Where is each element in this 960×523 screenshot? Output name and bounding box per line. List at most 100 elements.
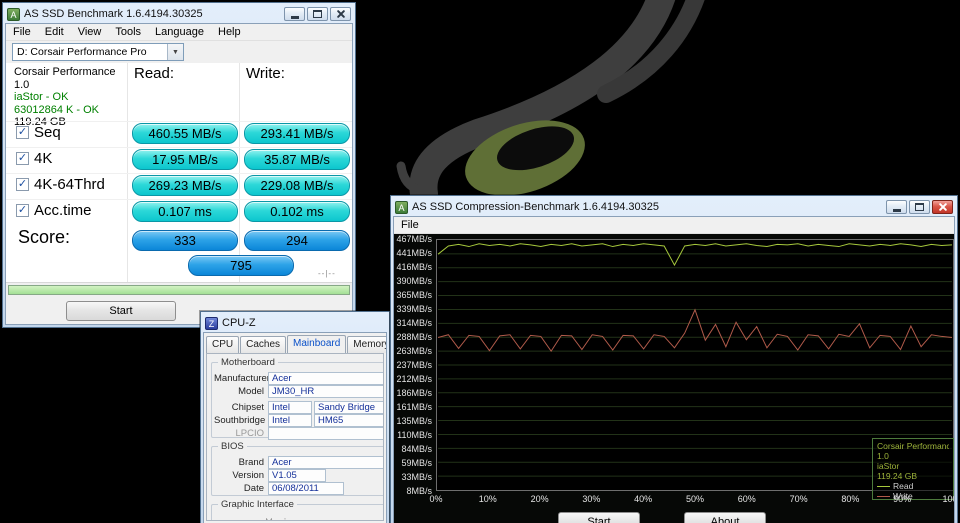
cpuz-titlebar[interactable]: Z CPU-Z — [203, 314, 387, 332]
benchmark-toolbar: D: Corsair Performance Pro ▼ — [6, 41, 352, 63]
motherboard-groupbox: Motherboard Manufacturer Acer Model JM30… — [211, 362, 384, 438]
series-read — [438, 244, 952, 265]
progress-fill — [9, 286, 349, 294]
drive-select[interactable]: D: Corsair Performance Pro ▼ — [12, 43, 184, 61]
chart-legend: Corsair Performance 1.0 iaStor 119.24 GB… — [872, 438, 954, 500]
maximize-button[interactable] — [307, 7, 328, 21]
4k-read-value: 17.95 MB/s — [132, 149, 238, 170]
southbridge-label: Southbridge — [214, 415, 264, 426]
maximize-icon — [915, 203, 924, 211]
y-axis-tick: 237MB/s — [394, 360, 432, 370]
menu-tools[interactable]: Tools — [108, 24, 148, 40]
menu-help[interactable]: Help — [211, 24, 248, 40]
menu-language[interactable]: Language — [148, 24, 211, 40]
tab-mainboard[interactable]: Mainboard — [287, 335, 346, 353]
lpcio-label: LPCIO — [214, 428, 264, 439]
tab-cpu[interactable]: CPU — [206, 336, 239, 353]
as-ssd-benchmark-window: A AS SSD Benchmark 1.6.4194.30325 File E… — [2, 2, 356, 328]
benchmark-titlebar[interactable]: A AS SSD Benchmark 1.6.4194.30325 — [5, 5, 353, 23]
tab-caches[interactable]: Caches — [240, 336, 286, 353]
x-axis-tick: 100% — [940, 494, 954, 504]
compression-menubar: File — [394, 217, 954, 234]
seq-write-value: 293.41 MB/s — [244, 123, 350, 144]
seq-checkbox[interactable]: ✓ — [16, 126, 29, 139]
4k-write-value: 35.87 MB/s — [244, 149, 350, 170]
y-axis-tick: 59MB/s — [394, 458, 432, 468]
y-axis-tick: 212MB/s — [394, 374, 432, 384]
as-ssd-app-icon: A — [7, 8, 20, 21]
benchmark-menubar: File Edit View Tools Language Help — [6, 24, 352, 41]
drive-info: Corsair Performance 1.0 iaStor - OK 6301… — [14, 66, 115, 129]
close-icon — [938, 202, 948, 212]
acctime-read-value: 0.107 ms — [132, 201, 238, 222]
x-axis-tick: 90% — [888, 494, 916, 504]
y-axis-tick: 467MB/s — [394, 234, 432, 244]
benchmark-window-title: AS SSD Benchmark 1.6.4194.30325 — [24, 8, 280, 20]
graphic-interface-groupbox: Graphic Interface Version — [211, 504, 384, 521]
4k-checkbox[interactable]: ✓ — [16, 152, 29, 165]
model-label: Model — [214, 386, 264, 397]
manufacturer-value: Acer — [268, 372, 384, 385]
model-value: JM30_HR — [268, 385, 384, 398]
motherboard-section-label: Motherboard — [218, 357, 278, 368]
y-axis-tick: 390MB/s — [394, 276, 432, 286]
as-ssd-app-icon: A — [395, 201, 408, 214]
dropdown-arrow-icon[interactable]: ▼ — [167, 44, 183, 60]
mainboard-tab-page: Motherboard Manufacturer Acer Model JM30… — [206, 353, 384, 521]
menu-edit[interactable]: Edit — [38, 24, 71, 40]
4k64-checkbox[interactable]: ✓ — [16, 178, 29, 191]
graphic-version-label: Version — [266, 517, 296, 521]
cpuz-tabbar: CPU Caches Mainboard Memory SPD Graphics — [204, 333, 386, 353]
row-acc-time: ✓ Acc.time 0.107 ms 0.102 ms — [6, 199, 352, 225]
read-column-header: Read: — [134, 65, 174, 82]
bios-date-value: 06/08/2011 — [268, 482, 344, 495]
score-read: 333 — [132, 230, 238, 251]
compression-chart-region: Corsair Performance 1.0 iaStor 119.24 GB… — [394, 234, 954, 523]
row-seq: ✓ Seq 460.55 MB/s 293.41 MB/s — [6, 121, 352, 147]
benchmark-results-panel: Corsair Performance 1.0 iaStor - OK 6301… — [6, 63, 352, 283]
cpuz-window-title: CPU-Z — [222, 317, 385, 329]
y-axis-tick: 441MB/s — [394, 248, 432, 258]
compression-titlebar[interactable]: A AS SSD Compression-Benchmark 1.6.4194.… — [393, 198, 955, 216]
legend-read-label: Read — [893, 481, 913, 491]
y-axis-tick: 365MB/s — [394, 290, 432, 300]
minimize-icon — [291, 16, 299, 19]
menu-view[interactable]: View — [71, 24, 109, 40]
alignment-status: 63012864 K - OK — [14, 104, 115, 117]
benchmark-start-button[interactable]: Start — [66, 301, 176, 321]
row-4k: ✓ 4K 17.95 MB/s 35.87 MB/s — [6, 147, 352, 173]
bios-brand-value: Acer — [268, 456, 384, 469]
compression-about-button[interactable]: About — [684, 512, 766, 523]
menu-file[interactable]: File — [6, 24, 38, 40]
bios-brand-label: Brand — [214, 457, 264, 468]
maximize-button[interactable] — [909, 200, 930, 214]
desktop: A AS SSD Benchmark 1.6.4194.30325 File E… — [0, 0, 960, 523]
acctime-checkbox[interactable]: ✓ — [16, 204, 29, 217]
legend-drive-version: 1.0 — [877, 451, 949, 461]
x-axis-tick: 40% — [629, 494, 657, 504]
write-column-header: Write: — [246, 65, 285, 82]
y-axis-tick: 84MB/s — [394, 444, 432, 454]
minimize-button[interactable] — [284, 7, 305, 21]
menu-file[interactable]: File — [394, 217, 426, 233]
read-line-sample-icon — [877, 486, 890, 487]
y-axis-tick: 288MB/s — [394, 332, 432, 342]
y-axis-tick: 33MB/s — [394, 472, 432, 482]
grip-marker: --|-- — [318, 269, 336, 278]
acctime-write-value: 0.102 ms — [244, 201, 350, 222]
y-axis-tick: 263MB/s — [394, 346, 432, 356]
bios-version-value: V1.05 — [268, 469, 326, 482]
minimize-button[interactable] — [886, 200, 907, 214]
maximize-icon — [313, 10, 322, 18]
close-button[interactable] — [932, 200, 953, 214]
y-axis-tick: 161MB/s — [394, 402, 432, 412]
x-axis-tick: 60% — [733, 494, 761, 504]
x-axis-tick: 10% — [474, 494, 502, 504]
cpuz-window: Z CPU-Z CPU Caches Mainboard Memory SPD … — [200, 311, 390, 523]
score-total: 795 — [188, 255, 294, 276]
compression-start-button[interactable]: Start — [558, 512, 640, 523]
row-label: 4K — [34, 150, 52, 167]
tab-memory[interactable]: Memory — [347, 336, 386, 353]
close-button[interactable] — [330, 7, 351, 21]
x-axis-tick: 50% — [681, 494, 709, 504]
